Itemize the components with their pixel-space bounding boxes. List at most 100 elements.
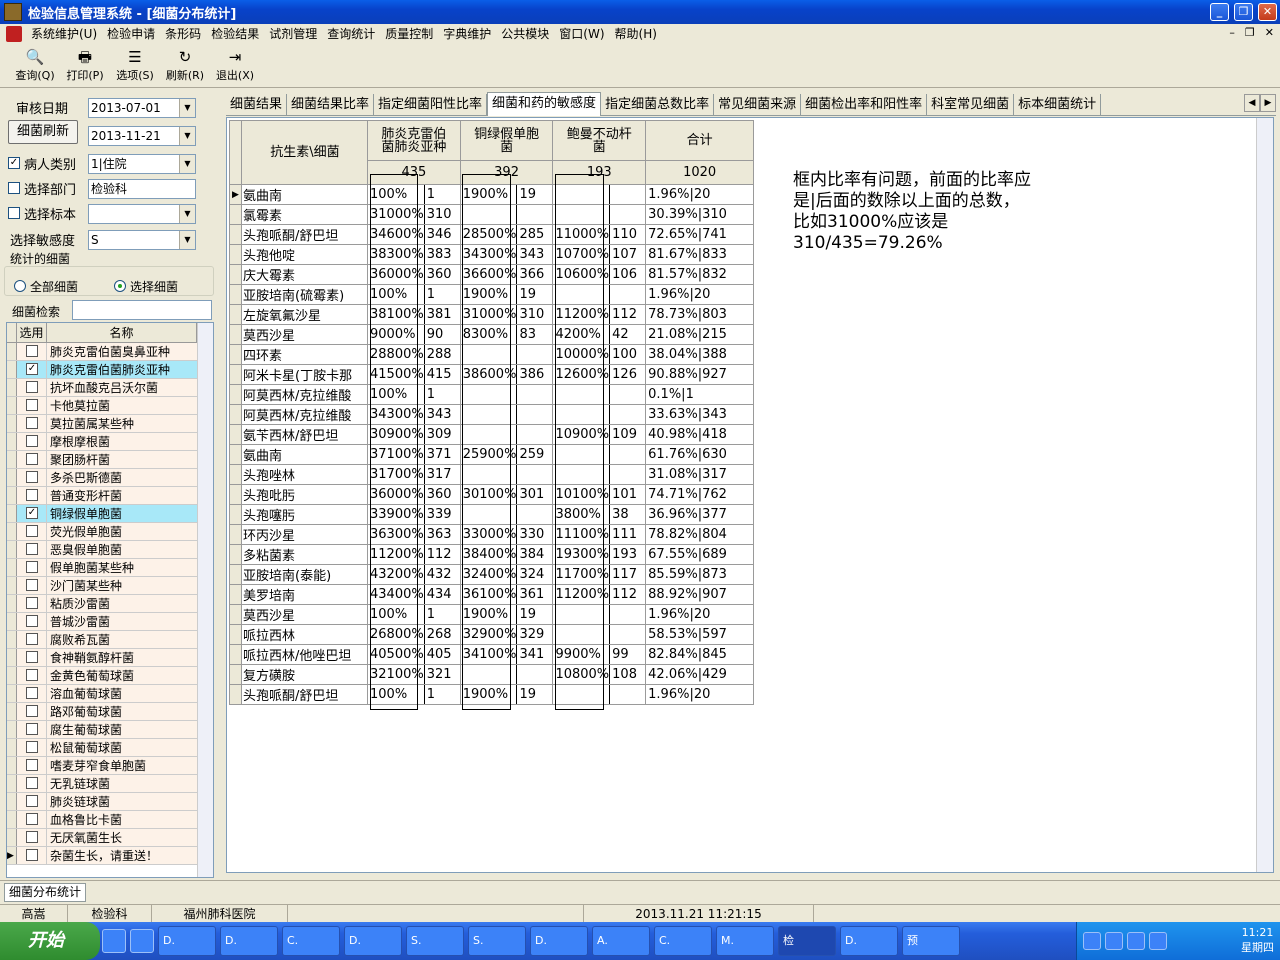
- list-item[interactable]: 多杀巴斯德菌: [7, 469, 213, 487]
- antivirus-icon[interactable]: [1105, 932, 1123, 950]
- select-checkbox-cell[interactable]: [17, 703, 47, 720]
- select-checkbox[interactable]: [26, 615, 38, 627]
- table-row[interactable]: ▶ 氨曲南 100% 1 1900% 19 1.96%|20: [229, 184, 755, 205]
- menu-item[interactable]: 检验结果: [206, 24, 264, 44]
- select-checkbox[interactable]: [26, 381, 38, 393]
- close-button[interactable]: ✕: [1258, 3, 1277, 21]
- select-checkbox-cell[interactable]: [17, 523, 47, 540]
- select-checkbox-cell[interactable]: [17, 739, 47, 756]
- table-row[interactable]: 头孢哌酮/舒巴坦 34600% 346 28500% 285 11000% 110 72.65…: [229, 224, 755, 245]
- list-item[interactable]: 恶臭假单胞菌: [7, 541, 213, 559]
- select-checkbox[interactable]: [26, 345, 38, 357]
- mdi-minimize-icon[interactable]: –: [1229, 26, 1235, 39]
- select-checkbox[interactable]: ✓: [26, 507, 38, 519]
- select-checkbox-cell[interactable]: [17, 631, 47, 648]
- start-button[interactable]: 开始: [0, 922, 100, 960]
- column-header[interactable]: 肺炎克雷伯 菌肺炎亚种: [367, 120, 461, 161]
- list-item[interactable]: 普城沙雷菌: [7, 613, 213, 631]
- taskbar-button[interactable]: D.: [220, 926, 278, 956]
- select-checkbox-cell[interactable]: [17, 559, 47, 576]
- select-checkbox[interactable]: [26, 417, 38, 429]
- list-item[interactable]: 无厌氧菌生长: [7, 829, 213, 847]
- table-row[interactable]: 头孢唑林 31700% 317 31.08%|317: [229, 464, 755, 485]
- select-checkbox-cell[interactable]: [17, 757, 47, 774]
- select-checkbox-cell[interactable]: [17, 829, 47, 846]
- select-checkbox-cell[interactable]: [17, 595, 47, 612]
- table-row[interactable]: 哌拉西林 26800% 268 32900% 329 58.53%|597: [229, 624, 755, 645]
- select-checkbox-cell[interactable]: [17, 613, 47, 630]
- dropdown-arrow-icon[interactable]: ▼: [179, 205, 195, 223]
- list-item[interactable]: 抗坏血酸克吕沃尔菌: [7, 379, 213, 397]
- menu-item[interactable]: 字典维护: [438, 24, 496, 44]
- table-row[interactable]: 亚胺培南(硫霉素) 100% 1 1900% 19 1.96%|20: [229, 284, 755, 305]
- patient-type-select[interactable]: 1|住院 ▼: [88, 154, 196, 174]
- table-row[interactable]: 复方磺胺 32100% 321 10800% 108 42.06%|429: [229, 664, 755, 685]
- tab-1[interactable]: 细菌结果比率: [287, 94, 375, 116]
- mdi-close-icon[interactable]: ✕: [1265, 26, 1274, 39]
- select-checkbox-cell[interactable]: [17, 397, 47, 414]
- select-checkbox[interactable]: [26, 525, 38, 537]
- bacteria-scrollbar[interactable]: [197, 323, 213, 877]
- column-header[interactable]: 鲍曼不动杆 菌: [552, 120, 647, 161]
- menu-item[interactable]: 查询统计: [322, 24, 380, 44]
- all-bacteria-radio[interactable]: [14, 280, 26, 292]
- list-item[interactable]: 荧光假单胞菌: [7, 523, 213, 541]
- list-item[interactable]: 腐败希瓦菌: [7, 631, 213, 649]
- select-checkbox-cell[interactable]: [17, 541, 47, 558]
- table-row[interactable]: 阿莫西林/克拉维酸 34300% 343 33.63%|343: [229, 404, 755, 425]
- taskbar-button[interactable]: A.: [592, 926, 650, 956]
- toolbar-button[interactable]: 🖶 打印(P): [60, 46, 110, 86]
- select-checkbox-cell[interactable]: [17, 433, 47, 450]
- select-checkbox[interactable]: [26, 795, 38, 807]
- list-item[interactable]: 路邓葡萄球菌: [7, 703, 213, 721]
- taskbar-button[interactable]: C.: [654, 926, 712, 956]
- taskbar-button[interactable]: S.: [406, 926, 464, 956]
- select-checkbox-cell[interactable]: ✓: [17, 505, 47, 522]
- list-item[interactable]: 肺炎克雷伯菌臭鼻亚种: [7, 343, 213, 361]
- toolbar-button[interactable]: ↻ 刷新(R): [160, 46, 210, 86]
- sensitivity-select[interactable]: S ▼: [88, 230, 196, 250]
- tab-prev-icon[interactable]: ◀: [1244, 94, 1260, 112]
- taskbar-button[interactable]: D.: [840, 926, 898, 956]
- list-item[interactable]: 血格鲁比卡菌: [7, 811, 213, 829]
- taskbar-button[interactable]: D.: [530, 926, 588, 956]
- list-item[interactable]: 摩根摩根菌: [7, 433, 213, 451]
- select-checkbox[interactable]: [26, 687, 38, 699]
- menu-item[interactable]: 公共模块: [496, 24, 554, 44]
- list-item[interactable]: 腐生葡萄球菌: [7, 721, 213, 739]
- list-item[interactable]: 肺炎链球菌: [7, 793, 213, 811]
- toolbar-button[interactable]: ☰ 选项(S): [110, 46, 160, 86]
- select-checkbox-cell[interactable]: [17, 649, 47, 666]
- menu-item[interactable]: 检验申请: [102, 24, 160, 44]
- col-name-header[interactable]: 名称: [47, 323, 197, 342]
- select-checkbox-cell[interactable]: [17, 487, 47, 504]
- date-to-picker[interactable]: 2013-11-21 ▼: [88, 126, 196, 146]
- tab-3[interactable]: 细菌和药的敏感度: [487, 92, 602, 116]
- tab-8[interactable]: 标本细菌统计: [1014, 94, 1102, 116]
- list-item[interactable]: 粘质沙雷菌: [7, 595, 213, 613]
- window-titlebar[interactable]: 检验信息管理系统 - [细菌分布统计] _ ❐ ✕: [0, 0, 1280, 24]
- table-row[interactable]: 环丙沙星 36300% 363 33000% 330 11100% 111 78.82%|80…: [229, 524, 755, 545]
- dropdown-arrow-icon[interactable]: ▼: [179, 155, 195, 173]
- table-row[interactable]: 哌拉西林/他唑巴坦 40500% 405 34100% 341 9900% 99 82.84%…: [229, 644, 755, 665]
- select-checkbox-cell[interactable]: ✓: [17, 361, 47, 378]
- restore-button[interactable]: ❐: [1234, 3, 1253, 21]
- taskbar-button[interactable]: C.: [282, 926, 340, 956]
- list-item[interactable]: 食神鞘氨醇杆菌: [7, 649, 213, 667]
- date-from-picker[interactable]: 2013-07-01 ▼: [88, 98, 196, 118]
- select-checkbox[interactable]: [26, 597, 38, 609]
- select-checkbox-cell[interactable]: [17, 721, 47, 738]
- table-row[interactable]: 头孢噻肟 33900% 339 3800% 38 36.96%|377: [229, 504, 755, 525]
- table-row[interactable]: 阿莫西林/克拉维酸 100% 1 0.1%|1: [229, 384, 755, 405]
- bacteria-search-input[interactable]: [72, 300, 212, 320]
- column-header[interactable]: 合计: [645, 120, 755, 161]
- select-checkbox[interactable]: [26, 579, 38, 591]
- table-row[interactable]: 氨曲南 37100% 371 25900% 259 61.76%|630: [229, 444, 755, 465]
- table-row[interactable]: 庆大霉素 36000% 360 36600% 366 10600% 106 81.57%|83…: [229, 264, 755, 285]
- minimize-button[interactable]: _: [1210, 3, 1229, 21]
- refresh-bacteria-button[interactable]: 细菌刷新: [8, 120, 78, 144]
- window-tab-bacteria-stats[interactable]: 细菌分布统计: [4, 883, 87, 902]
- table-row[interactable]: 亚胺培南(泰能) 43200% 432 32400% 324 11700% 117 85.59…: [229, 564, 755, 585]
- select-checkbox-cell[interactable]: [17, 379, 47, 396]
- list-item[interactable]: 聚团肠杆菌: [7, 451, 213, 469]
